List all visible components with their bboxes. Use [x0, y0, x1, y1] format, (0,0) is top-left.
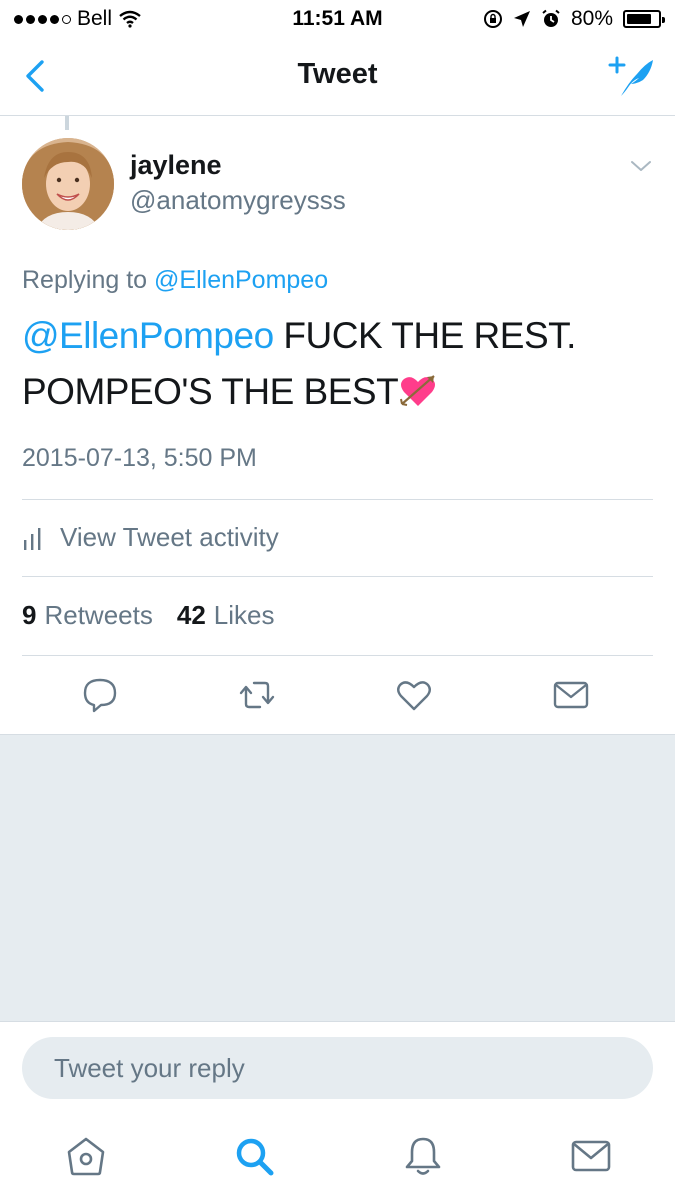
- tweet-stats: 9 Retweets 42 Likes: [22, 600, 274, 631]
- tweet-reply-input[interactable]: Tweet your reply: [22, 1037, 653, 1099]
- divider: [22, 576, 653, 577]
- navigation-bar: Tweet: [0, 38, 675, 116]
- search-icon[interactable]: [232, 1134, 276, 1178]
- chevron-down-icon[interactable]: [627, 152, 655, 180]
- alarm-icon: [542, 9, 560, 27]
- page-title: Tweet: [297, 58, 378, 90]
- replying-to-link[interactable]: @EllenPompeo: [154, 266, 328, 294]
- retweets-count[interactable]: 9: [22, 600, 36, 631]
- bottom-tab-bar: [0, 1120, 675, 1200]
- status-right: 80%: [483, 7, 665, 31]
- analytics-bar-icon: [24, 527, 41, 550]
- divider: [22, 499, 653, 500]
- retweets-label[interactable]: Retweets: [44, 600, 152, 631]
- reply-icon[interactable]: [81, 676, 119, 714]
- messages-envelope-icon[interactable]: [569, 1134, 613, 1178]
- reply-placeholder: Tweet your reply: [54, 1053, 245, 1083]
- thread-line: [65, 116, 69, 130]
- replying-to: Replying to @EllenPompeo: [22, 266, 328, 295]
- tweet-text: @EllenPompeo FUCK THE REST. POMPEO'S THE…: [22, 308, 652, 420]
- avatar[interactable]: [22, 138, 114, 230]
- location-icon: [513, 11, 530, 27]
- like-heart-icon[interactable]: [395, 676, 433, 714]
- status-bar: Bell 11:51 AM 80%: [0, 0, 675, 38]
- author-handle[interactable]: @anatomygreysss: [130, 185, 346, 216]
- likes-label[interactable]: Likes: [214, 600, 275, 631]
- tweet-timestamp: 2015-07-13, 5:50 PM: [22, 444, 257, 472]
- heart-with-arrow-emoji: [400, 375, 436, 406]
- view-tweet-activity-label: View Tweet activity: [60, 522, 279, 552]
- tweet-mention-link[interactable]: @EllenPompeo: [22, 315, 274, 356]
- author-name[interactable]: jaylene: [130, 150, 222, 181]
- view-tweet-activity-link[interactable]: View Tweet activity: [22, 522, 279, 553]
- notifications-bell-icon[interactable]: [401, 1134, 445, 1178]
- replying-label: Replying to: [22, 266, 148, 294]
- likes-count[interactable]: 42: [177, 600, 206, 631]
- avatar-image: [22, 138, 114, 230]
- retweet-icon[interactable]: [238, 676, 276, 714]
- compose-tweet-icon[interactable]: [607, 52, 657, 102]
- direct-message-icon[interactable]: [552, 676, 590, 714]
- home-icon[interactable]: [64, 1134, 108, 1178]
- battery-level: [627, 14, 651, 24]
- rotation-lock-icon: [483, 10, 502, 28]
- battery-percent: 80%: [570, 7, 613, 30]
- tweet-actions: [0, 668, 675, 722]
- divider: [22, 655, 653, 656]
- empty-replies-area: [0, 734, 675, 1022]
- battery-icon: [623, 10, 665, 28]
